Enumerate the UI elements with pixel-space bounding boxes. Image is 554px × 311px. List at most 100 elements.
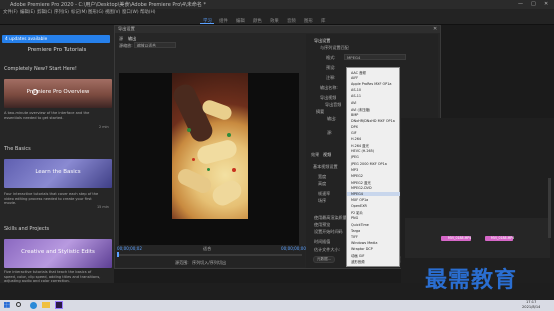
format-option[interactable]: DPX — [351, 125, 358, 129]
browser-icon[interactable] — [30, 302, 37, 309]
format-option[interactable]: Wraptor DCP — [351, 247, 373, 251]
format-option[interactable]: MPEG2 蓝光 — [351, 180, 371, 185]
clock-time[interactable]: 17:17 — [526, 300, 536, 304]
tab-source[interactable]: 源 — [119, 36, 123, 42]
format-option[interactable]: PNG — [351, 216, 358, 220]
format-option[interactable]: AVI (未压缩) — [351, 107, 370, 112]
timeline-panel: MVI_0188.MP4 MVI_0188.MP4 — [401, 118, 554, 283]
source-scaling-label: 源缩放: — [119, 43, 133, 48]
timeline-ruler[interactable] — [117, 254, 302, 256]
format-option[interactable]: MP3 — [351, 168, 358, 172]
workspace-color[interactable]: 颜色 — [253, 18, 262, 24]
export-audio-checkbox[interactable]: 导出音频 — [325, 102, 341, 108]
scrollbar[interactable] — [548, 178, 551, 238]
format-option[interactable]: QuickTime — [351, 223, 369, 227]
video-tab[interactable]: 视频 — [323, 152, 331, 158]
workspace-graphics[interactable]: 图形 — [304, 18, 313, 24]
folder-icon[interactable] — [42, 302, 50, 308]
workspace-active-underline — [200, 23, 214, 24]
close-button[interactable]: ✕ — [544, 1, 548, 7]
source-scaling-select[interactable]: 缩放以适合 — [134, 42, 176, 48]
format-option[interactable]: AAC 音频 — [351, 70, 366, 75]
format-option[interactable]: H.264 蓝光 — [351, 143, 369, 148]
effects-tab[interactable]: 效果 — [311, 152, 319, 158]
workspace-assembly[interactable]: 组件 — [219, 18, 228, 24]
frame-rate-label: 帧速率 — [318, 191, 331, 196]
menu-marker[interactable]: 标记(M) — [71, 9, 87, 15]
clock-date[interactable]: 2021/8/14 — [522, 305, 540, 309]
tutorial-card-overview[interactable]: Premiere Pro Overview — [4, 79, 112, 108]
format-option[interactable]: DNxHR/DNxHD MXF OP1a — [351, 119, 395, 123]
playhead[interactable] — [117, 252, 119, 257]
format-option[interactable]: BMP — [351, 113, 358, 117]
updates-banner[interactable]: 4 updates available — [2, 35, 110, 43]
format-select[interactable]: MPEG4 — [344, 54, 406, 60]
menu-sequence[interactable]: 序列(S) — [54, 9, 69, 15]
format-option[interactable]: AVI — [351, 101, 356, 105]
match-sequence-checkbox[interactable]: 与序列设置匹配 — [320, 45, 349, 51]
format-dropdown-list[interactable]: AAC 音频 AIFF Apple ProRes MXF OP1a AS-10 AS-1… — [346, 67, 400, 267]
workspace-bar: 学习 组件 编辑 颜色 效果 音频 图形 库 — [0, 16, 554, 25]
file-size-label: 估计文件大小: — [314, 247, 340, 252]
premiere-icon[interactable] — [55, 301, 63, 309]
export-video-checkbox[interactable]: 导出视频 — [320, 95, 336, 101]
format-option[interactable]: 波形音频 — [351, 259, 365, 264]
format-option[interactable]: AS-10 — [351, 88, 361, 92]
format-option[interactable]: AS-11 — [351, 94, 361, 98]
menu-window[interactable]: 窗口(W) — [122, 9, 139, 15]
menu-file[interactable]: 文件(F) — [3, 9, 18, 15]
workspace-editing[interactable]: 编辑 — [236, 18, 245, 24]
format-option[interactable]: 动画 GIF — [351, 253, 364, 258]
source-label: 源: — [327, 130, 333, 135]
format-option[interactable]: OpenEXR — [351, 204, 367, 208]
format-option[interactable]: JPEG — [351, 155, 359, 159]
format-option[interactable]: P2 影片 — [351, 210, 363, 215]
format-option[interactable]: Windows Media — [351, 241, 377, 245]
use-previews-checkbox[interactable]: 使用预览 — [314, 222, 330, 228]
watermark-logo: 最需教育 — [425, 268, 518, 293]
menu-view[interactable]: 视图(V) — [105, 9, 120, 15]
menu-edit[interactable]: 编辑(E) — [20, 9, 35, 15]
source-range-label: 源范围: — [175, 260, 189, 265]
format-option[interactable]: GIF — [351, 131, 357, 135]
updates-text: 4 updates available — [5, 36, 48, 42]
format-option[interactable]: Targa — [351, 229, 360, 233]
source-range-select[interactable]: 序列切入/序列切出 — [192, 260, 226, 266]
menu-clip[interactable]: 剪辑(C) — [37, 9, 52, 15]
menu-help[interactable]: 帮助(H) — [140, 9, 156, 15]
format-option[interactable]: H.264 — [351, 137, 361, 141]
set-start-timecode-checkbox[interactable]: 设置开始时间码 — [314, 229, 343, 235]
workspace-libraries[interactable]: 库 — [321, 18, 325, 24]
format-label: 格式: — [326, 55, 336, 60]
comments-label: 注释: — [326, 75, 336, 80]
fit-label[interactable]: 适合 — [203, 246, 211, 252]
tutorials-title: Premiere Pro Tutorials — [27, 47, 87, 53]
format-option[interactable]: TIFF — [351, 235, 358, 239]
tutorial-card-basics[interactable]: Learn the Basics — [4, 159, 112, 188]
format-option[interactable]: MPEG2-DVD — [351, 186, 372, 190]
maximize-button[interactable]: □ — [531, 1, 536, 7]
search-icon[interactable] — [16, 302, 21, 307]
format-option[interactable]: MPEG2 — [351, 174, 363, 178]
metadata-button[interactable]: 元数据... — [313, 256, 335, 263]
windows-start-icon[interactable] — [4, 302, 10, 308]
minimize-button[interactable]: — — [518, 1, 523, 7]
format-option[interactable]: MPEG4 — [347, 192, 400, 196]
dialog-close-icon[interactable]: ✕ — [433, 26, 437, 32]
workspace-effects[interactable]: 效果 — [270, 18, 279, 24]
format-option[interactable]: Apple ProRes MXF OP1a — [351, 82, 391, 86]
export-settings-header: 导出设置 — [314, 38, 331, 43]
section-basics: The Basics — [4, 146, 31, 152]
format-option[interactable]: HEVC (H.265) — [351, 149, 374, 153]
tutorial-card-creative[interactable]: Creative and Stylistic Edits — [4, 239, 112, 268]
workspace-audio[interactable]: 音频 — [287, 18, 296, 24]
menu-graphics[interactable]: 图形(G) — [88, 9, 104, 15]
card-desc: A two-minute overview of the interface a… — [4, 111, 90, 120]
menu-bar: 文件(F) 编辑(E) 剪辑(C) 序列(S) 标记(M) 图形(G) 视图(V… — [0, 9, 554, 16]
use-max-render-checkbox[interactable]: 使用最高渲染质量 — [314, 215, 347, 221]
title-bar: Adobe Premiere Pro 2020 - C:\用户\Desktop\… — [0, 0, 554, 9]
format-option[interactable]: AIFF — [351, 76, 358, 80]
format-option[interactable]: MXF OP1a — [351, 198, 368, 202]
format-option[interactable]: JPEG 2000 MXF OP1a — [351, 162, 387, 166]
card-duration: 2 min — [99, 125, 109, 129]
